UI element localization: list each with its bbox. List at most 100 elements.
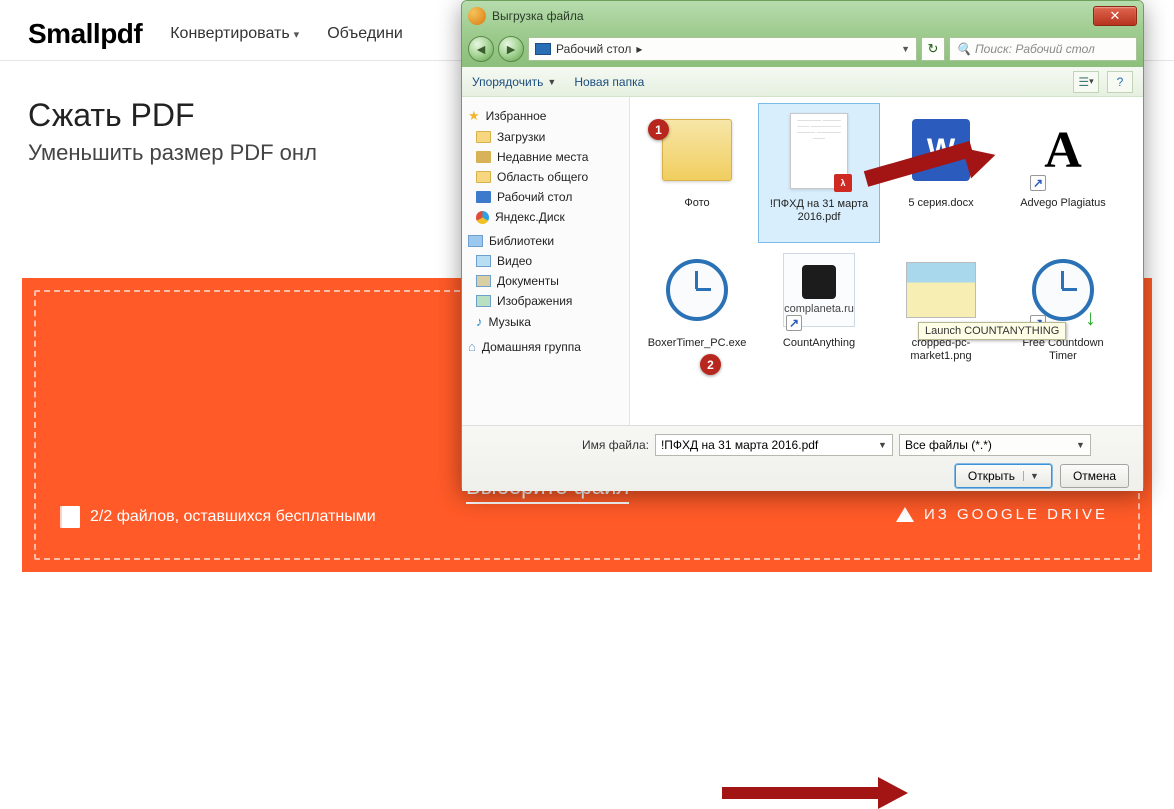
sidebar-libraries[interactable]: Библиотеки [462,231,629,251]
file-name: Фото [684,197,709,210]
annotation-arrow-2 [722,783,908,803]
address-location: Рабочий стол [556,42,631,56]
new-folder-button[interactable]: Новая папка [574,75,644,89]
yandex-disk-icon [476,211,489,224]
firefox-icon [468,7,486,25]
filename-input[interactable]: !ПФХД на 31 марта 2016.pdf▼ [655,434,893,456]
file-grid: Фото ―――― ――― ―― ――――― ――― ―――― ――λ !ПФХ… [630,97,1143,425]
logo: Smallpdf [28,18,142,50]
open-button[interactable]: Открыть ▼ [955,464,1052,488]
sidebar-item-label: Рабочий стол [497,190,572,204]
sidebar-recent[interactable]: Недавние места [462,147,629,167]
nav-bar: ◄ ► Рабочий стол ▸ ▼ ↻ 🔍 Поиск: Рабочий … [462,31,1143,67]
title-bar: Выгрузка файла ✕ [462,1,1143,31]
folder-icon [476,171,491,183]
sidebar-homegroup[interactable]: ⌂Домашняя группа [462,336,629,357]
file-name: BoxerTimer_PC.exe [648,337,747,350]
nav-forward-button[interactable]: ► [498,36,524,62]
sidebar-documents[interactable]: Документы [462,271,629,291]
nav-back-button[interactable]: ◄ [468,36,494,62]
google-drive-label: ИЗ GOOGLE DRIVE [924,506,1108,523]
sidebar-item-label: Яндекс.Диск [495,210,565,224]
file-item[interactable]: BoxerTimer_PC.exe [636,243,758,383]
sidebar-yadisk[interactable]: Яндекс.Диск [462,207,629,227]
thumbnail-text: complaneta.ru [784,303,854,315]
folder-icon [662,119,732,181]
sidebar: ★ Избранное Загрузки Недавние места Облас… [462,97,630,425]
nav-merge-label: Объедини [327,25,403,43]
file-name: CountAnything [783,337,855,350]
sidebar-favorites[interactable]: ★ Избранное [462,105,629,127]
pictures-icon [476,295,491,307]
desktop-icon [476,191,491,203]
address-bar[interactable]: Рабочий стол ▸ ▼ [528,37,917,61]
filter-value: Все файлы (*.*) [905,438,992,452]
dialog-footer: Имя файла: !ПФХД на 31 марта 2016.pdf▼ В… [462,425,1143,491]
sidebar-shared[interactable]: Область общего [462,167,629,187]
app-icon: A [1044,121,1082,180]
from-google-drive-link[interactable]: ИЗ GOOGLE DRIVE [896,506,1108,523]
open-label: Открыть [968,469,1015,483]
sidebar-video[interactable]: Видео [462,251,629,271]
organize-label: Упорядочить [472,75,543,89]
nav-convert-label: Конвертировать [170,25,289,43]
files-remaining-text: 2/2 файлов, оставшихся бесплатными [90,508,376,526]
refresh-button[interactable]: ↻ [921,37,945,61]
file-filter-combo[interactable]: Все файлы (*.*) ▼ [899,434,1091,456]
nav-convert[interactable]: Конвертировать ▾ [170,25,299,43]
music-icon: ♪ [476,314,483,329]
sidebar-item-label: Музыка [489,315,531,329]
file-icon [62,506,80,528]
file-item[interactable]: complaneta.ru↗ CountAnything [758,243,880,383]
sidebar-desktop[interactable]: Рабочий стол [462,187,629,207]
close-button[interactable]: ✕ [1093,6,1137,26]
address-dropdown-icon[interactable]: ▼ [901,44,910,54]
chevron-down-icon: ▼ [1076,440,1085,450]
sidebar-item-label: Избранное [486,109,547,123]
desktop-icon [535,43,551,55]
file-name: Free Countdown Timer [1008,337,1118,363]
dialog-title: Выгрузка файла [492,9,584,23]
search-icon: 🔍 [956,42,971,56]
image-thumbnail [906,262,976,318]
view-options-button[interactable]: ☰▾ [1073,71,1099,93]
tooltip: Launch COUNTANYTHING [918,322,1066,340]
file-name: 5 серия.docx [908,197,973,210]
homegroup-icon: ⌂ [468,339,476,354]
sidebar-item-label: Недавние места [497,150,588,164]
file-item[interactable]: cropped-pc-market1.png [880,243,1002,383]
sidebar-downloads[interactable]: Загрузки [462,127,629,147]
sidebar-music[interactable]: ♪ Музыка [462,311,629,332]
sidebar-item-label: Библиотеки [489,234,554,248]
star-icon: ★ [468,108,480,124]
documents-icon [476,275,491,287]
nav-merge[interactable]: Объедини [327,25,403,43]
chevron-down-icon: ▾ [294,28,300,41]
help-button[interactable]: ? [1107,71,1133,93]
search-placeholder: Поиск: Рабочий стол [975,42,1095,56]
shortcut-icon: ↗ [786,315,802,331]
file-item[interactable]: ↓↗ Free Countdown Timer [1002,243,1124,383]
toolbar: Упорядочить ▼ Новая папка ☰▾ ? [462,67,1143,97]
sidebar-item-label: Область общего [497,170,588,184]
annotation-arrow-1 [866,171,1002,197]
filename-label: Имя файла: [582,438,649,452]
sidebar-item-label: Документы [497,274,559,288]
sidebar-item-label: Видео [497,254,532,268]
cancel-button[interactable]: Отмена [1060,464,1129,488]
search-input[interactable]: 🔍 Поиск: Рабочий стол [949,37,1137,61]
file-name: Advego Plagiatus [1020,197,1106,210]
google-drive-icon [896,507,914,522]
file-item-selected[interactable]: ―――― ――― ―― ――――― ――― ―――― ――λ !ПФХД на … [758,103,880,243]
chevron-down-icon: ▼ [547,77,556,87]
breadcrumb-chevron-icon: ▸ [636,42,642,56]
chevron-down-icon: ▼ [1023,471,1039,481]
organize-menu[interactable]: Упорядочить ▼ [472,75,556,89]
sidebar-pictures[interactable]: Изображения [462,291,629,311]
sidebar-item-label: Загрузки [497,130,545,144]
shortcut-icon: ↗ [1030,175,1046,191]
filename-value: !ПФХД на 31 марта 2016.pdf [661,438,818,452]
clock-icon [666,259,728,321]
library-icon [468,235,483,247]
file-item[interactable]: A↗ Advego Plagiatus [1002,103,1124,243]
